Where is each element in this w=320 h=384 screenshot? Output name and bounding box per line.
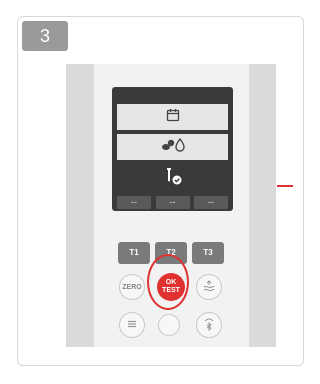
device-left-rail — [66, 64, 94, 347]
bluetooth-signal-icon — [203, 317, 215, 333]
screen-row-reagents[interactable] — [117, 134, 228, 160]
step-badge: 3 — [22, 21, 68, 51]
t1-button[interactable]: T1 — [118, 242, 150, 264]
power-button[interactable] — [158, 314, 180, 336]
softkey-right[interactable]: -- — [194, 196, 228, 209]
menu-icon — [127, 319, 137, 331]
calendar-icon — [166, 108, 180, 127]
dilution-icon — [203, 280, 215, 294]
connectivity-button[interactable] — [196, 312, 222, 338]
ok-button-highlight — [147, 254, 189, 310]
menu-button[interactable] — [119, 312, 145, 338]
t3-button[interactable]: T3 — [192, 242, 224, 264]
tube-check-icon — [162, 167, 184, 190]
dilution-button[interactable] — [196, 274, 222, 300]
screen-row-calendar[interactable] — [117, 104, 228, 130]
softkey-middle[interactable]: -- — [155, 196, 190, 209]
softkey-bar: -- -- -- — [117, 196, 228, 209]
softkey-left[interactable]: -- — [117, 196, 151, 209]
screen-row-test-selected[interactable] — [117, 165, 228, 191]
tablets-drop-icon — [160, 137, 186, 158]
device-right-rail — [249, 64, 276, 347]
zero-button[interactable]: ZERO — [119, 274, 145, 300]
pointer-line — [277, 185, 293, 187]
